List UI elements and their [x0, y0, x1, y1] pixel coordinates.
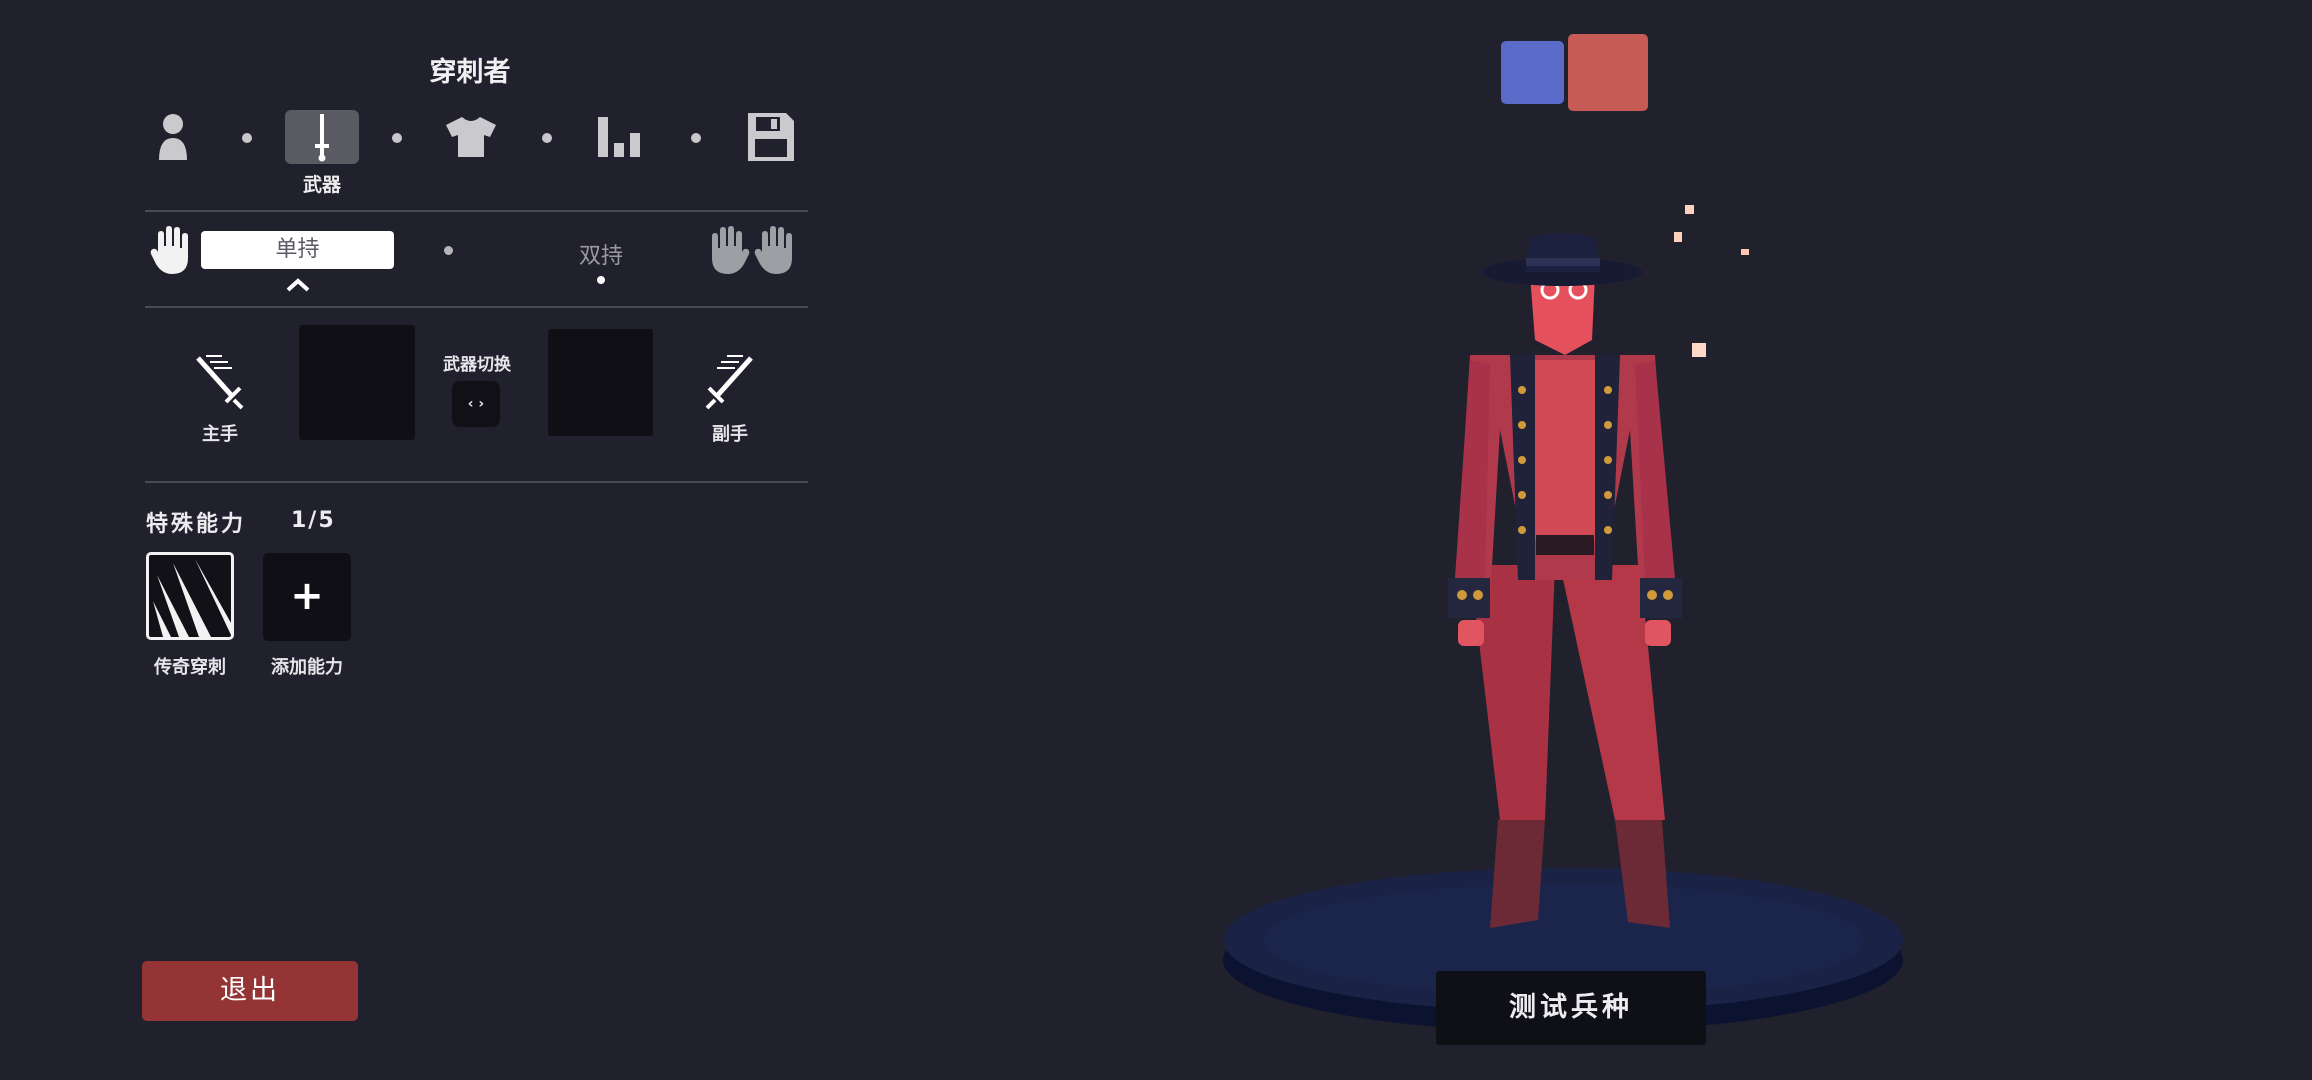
off-hand-weapon-slot[interactable]: [548, 329, 653, 436]
main-hand-weapon-slot[interactable]: [299, 325, 415, 440]
save-floppy-icon: [748, 113, 794, 161]
spark-particle: [1674, 232, 1682, 242]
main-hand-label: 主手: [202, 424, 238, 445]
add-ability-button[interactable]: +: [263, 553, 351, 641]
step-separator: [691, 133, 701, 143]
step-appearance-button[interactable]: [136, 110, 210, 164]
abilities-count: 1/5: [291, 508, 336, 533]
step-stats-button[interactable]: [584, 110, 658, 164]
team-color-blue-swatch[interactable]: [1501, 41, 1564, 104]
weapon-swap-button[interactable]: ‹ ›: [452, 381, 500, 427]
two-hands-icon[interactable]: [706, 224, 798, 280]
stats-bar-icon: [598, 117, 640, 157]
grip-indicator-dot: [597, 276, 605, 284]
off-hand-label: 副手: [712, 424, 748, 445]
shirt-icon: [446, 117, 496, 157]
step-clothing-button[interactable]: [434, 110, 508, 164]
spark-particle: [1741, 249, 1749, 255]
team-color-red-swatch[interactable]: [1568, 34, 1648, 111]
character-preview: [1223, 205, 1903, 1032]
off-hand-sword-icon: [703, 352, 757, 414]
section-divider: [145, 306, 808, 308]
add-ability-label: 添加能力: [271, 657, 343, 678]
main-hand-sword-icon: [192, 352, 246, 414]
plus-icon: +: [290, 573, 324, 619]
section-divider: [145, 210, 808, 212]
step-separator: [542, 133, 552, 143]
step-weapon-label: 武器: [302, 174, 341, 196]
grip-one-handed-option[interactable]: 单持: [201, 231, 394, 269]
weapon-swap-label: 武器切换: [443, 355, 511, 375]
spark-particle: [1692, 343, 1706, 357]
step-separator: [392, 133, 402, 143]
step-weapon-button[interactable]: [285, 110, 359, 164]
unit-name-plate: 测试兵种: [1436, 971, 1706, 1045]
spark-particle: [1685, 205, 1694, 214]
abilities-title: 特殊能力: [146, 512, 247, 537]
grip-separator: [444, 246, 453, 255]
one-hand-icon[interactable]: [150, 224, 194, 280]
ability-legendary-pierce-button[interactable]: [146, 552, 234, 640]
person-icon: [159, 114, 187, 160]
chevron-up-icon: [286, 277, 310, 296]
step-separator: [242, 133, 252, 143]
legendary-pierce-icon: [153, 559, 231, 637]
sword-icon: [315, 114, 329, 162]
exit-button[interactable]: 退出: [142, 961, 358, 1021]
ability-legendary-pierce-label: 传奇穿刺: [154, 657, 226, 678]
grip-two-handed-option[interactable]: 双持: [540, 238, 662, 270]
unit-title: 穿刺者: [429, 57, 511, 88]
section-divider: [145, 481, 808, 483]
step-save-button[interactable]: [734, 110, 808, 164]
